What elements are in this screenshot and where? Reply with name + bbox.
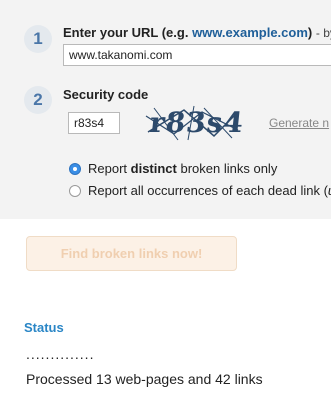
url-example-link[interactable]: www.example.com [192, 25, 308, 40]
option-distinct-label: Report distinct broken links only [88, 161, 278, 176]
option-all-label: Report all occurrences of each dead link… [88, 183, 331, 198]
status-heading: Status [24, 320, 64, 335]
generate-new-code-link[interactable]: Generate n [269, 116, 329, 130]
progress-dots: .............. [26, 346, 95, 362]
option-distinct-links[interactable]: Report distinct broken links only [69, 161, 277, 176]
security-code-label: Security code [63, 87, 149, 102]
url-label-suffix: ) [307, 25, 316, 40]
status-message: Processed 13 web-pages and 42 links [26, 371, 263, 387]
url-label-prefix: Enter your URL (e.g. [63, 25, 193, 40]
radio-checked-icon[interactable] [69, 162, 81, 175]
option-all-occurrences[interactable]: Report all occurrences of each dead link… [69, 183, 331, 198]
step-2-badge: 2 [24, 86, 52, 114]
captcha-noise [145, 105, 239, 141]
url-input[interactable] [63, 44, 331, 66]
security-code-input[interactable] [68, 112, 120, 134]
radio-unchecked-icon[interactable] [69, 184, 81, 197]
url-form-panel: 1 Enter your URL (e.g. www.example.com) … [0, 0, 331, 219]
step-1-badge: 1 [24, 25, 52, 53]
url-label-tail: - by [315, 26, 331, 40]
captcha-image: r83s4 [144, 104, 246, 142]
url-label: Enter your URL (e.g. www.example.com) - … [63, 25, 331, 40]
find-broken-links-button[interactable]: Find broken links now! [26, 236, 237, 271]
